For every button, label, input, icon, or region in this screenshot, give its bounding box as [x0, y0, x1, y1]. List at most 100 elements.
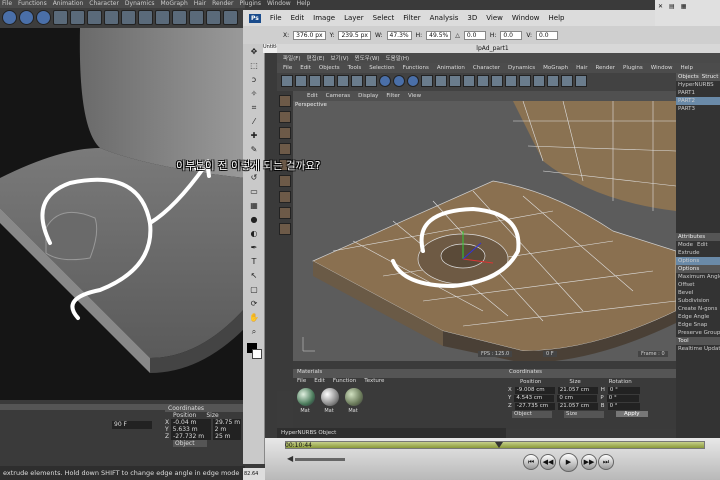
mini-panel-arrange-icon[interactable]: ▤ [669, 3, 675, 10]
menu-animation[interactable]: Animation [53, 0, 84, 8]
material-ball-3[interactable] [345, 388, 363, 406]
object-mode-icon[interactable] [279, 111, 291, 123]
path-select-icon[interactable]: ↖ [249, 271, 259, 281]
menu-functions[interactable]: Functions [18, 0, 47, 8]
array-icon-inner[interactable] [519, 75, 531, 87]
option-edge-angle[interactable]: Edge Angle [676, 313, 720, 321]
qt-playhead[interactable] [495, 442, 503, 448]
coordinate-icon[interactable] [53, 10, 68, 25]
magic-wand-tool-icon[interactable]: ✧ [249, 89, 259, 99]
render-picture-icon[interactable] [87, 10, 102, 25]
marquee-tool-icon[interactable]: ⬚ [249, 61, 259, 71]
model-mode-icon[interactable] [279, 95, 291, 107]
zoom-tool-icon[interactable]: ⌕ [249, 327, 259, 337]
light-icon[interactable] [575, 75, 587, 87]
imenu-functions[interactable]: Functions [403, 65, 429, 71]
render-to-pv-icon[interactable] [449, 75, 461, 87]
select-icon[interactable] [309, 75, 321, 87]
coords-mode-dropdown[interactable]: Object [512, 410, 552, 418]
kmenu-view[interactable]: 보기(V) [330, 54, 348, 62]
pen-icon[interactable] [138, 10, 153, 25]
kmenu-help[interactable]: 도움말(H) [386, 54, 410, 62]
material-ball-1[interactable] [297, 388, 315, 406]
attr-mode-tab[interactable]: Mode [678, 242, 693, 248]
vmenu-edit[interactable]: Edit [307, 93, 318, 99]
coords-size-x[interactable]: 21.057 cm [557, 386, 598, 394]
coords-rot-h[interactable]: 0 ° [607, 386, 640, 394]
undo-icon[interactable] [281, 75, 293, 87]
inner-viewport[interactable]: Perspective FPS : 125.0 0 F Frame : 0 [293, 101, 676, 361]
coords-size-y[interactable]: 0 cm [557, 394, 598, 402]
primitive-cube-icon[interactable] [477, 75, 489, 87]
vmenu-view[interactable]: View [408, 93, 421, 99]
ps-menu-help[interactable]: Help [549, 14, 565, 22]
qt-back-button-icon[interactable]: ⏮ [523, 454, 539, 470]
brush-tool-icon[interactable]: ✎ [249, 145, 259, 155]
ps-menu-edit[interactable]: Edit [291, 14, 305, 22]
menu-mograph[interactable]: MoGraph [161, 0, 188, 8]
ps-menu-window[interactable]: Window [512, 14, 540, 22]
gradient-tool-icon[interactable]: ▦ [249, 201, 259, 211]
option-bevel[interactable]: Bevel [676, 289, 720, 297]
scene-icon[interactable] [206, 10, 221, 25]
qt-rewind-button-icon[interactable]: ◀◀ [540, 454, 556, 470]
opt-hskew-field[interactable]: 0.0 [500, 30, 523, 40]
opt-vskew-field[interactable]: 0.0 [536, 30, 559, 40]
spline-pen-icon[interactable] [491, 75, 503, 87]
opt-angle-field[interactable]: 0.0 [463, 30, 486, 40]
vmenu-cameras[interactable]: Cameras [326, 93, 350, 99]
back-size-y[interactable]: 2 m [212, 426, 241, 433]
healing-tool-icon[interactable]: ✚ [249, 131, 259, 141]
qt-volume-slider[interactable] [295, 458, 345, 461]
y-axis-icon[interactable] [19, 10, 34, 25]
back-viewport[interactable] [0, 28, 245, 400]
coords-size-dropdown[interactable]: Size [564, 410, 604, 418]
menu-plugins[interactable]: Plugins [239, 0, 261, 8]
ps-menu-file[interactable]: File [270, 14, 282, 22]
qt-forward-button-icon[interactable]: ▶▶ [581, 454, 597, 470]
live-select-icon[interactable] [365, 75, 377, 87]
subdivision-icon[interactable] [155, 10, 170, 25]
render-view-icon[interactable] [70, 10, 85, 25]
mat-menu-edit[interactable]: Edit [314, 378, 325, 386]
hand-tool-icon[interactable]: ✋ [249, 313, 259, 323]
edges-mode-icon[interactable] [279, 175, 291, 187]
crop-tool-icon[interactable]: ⌗ [249, 103, 259, 113]
ps-doc-tab[interactable]: Untitled [263, 44, 277, 53]
cube-icon[interactable] [121, 10, 136, 25]
world-coords-icon[interactable] [421, 75, 433, 87]
ps-menu-view[interactable]: View [486, 14, 503, 22]
move-icon[interactable] [323, 75, 335, 87]
imenu-help[interactable]: Help [680, 65, 693, 71]
polygons-mode-icon[interactable] [279, 191, 291, 203]
coords-rot-p[interactable]: 0 ° [606, 394, 639, 402]
dodge-tool-icon[interactable]: ◐ [249, 229, 259, 239]
qt-end-button-icon[interactable]: ⏭ [598, 454, 614, 470]
vmenu-filter[interactable]: Filter [386, 93, 400, 99]
object-item-part1[interactable]: PART1 [676, 89, 720, 97]
background-color-swatch[interactable] [252, 349, 262, 359]
attr-edit-tab[interactable]: Edit [697, 242, 708, 248]
history-brush-icon[interactable]: ↺ [249, 173, 259, 183]
qt-play-button-icon[interactable]: ▶ [559, 453, 578, 472]
option-edge-snap[interactable]: Edge Snap [676, 321, 720, 329]
realtime-update-checkbox[interactable]: Realtime Update [676, 345, 720, 353]
z-lock-icon[interactable] [407, 75, 419, 87]
option-max-angle[interactable]: Maximum Angle [676, 273, 720, 281]
camera-icon[interactable] [223, 10, 238, 25]
redo-icon[interactable] [295, 75, 307, 87]
imenu-plugins[interactable]: Plugins [623, 65, 643, 71]
bend-deformer-icon[interactable] [533, 75, 545, 87]
object-item-hypernurbs[interactable]: HyperNURBS [676, 81, 720, 89]
imenu-selection[interactable]: Selection [369, 65, 394, 71]
ps-zoom-readout[interactable]: 82.64 [243, 468, 265, 480]
imenu-animation[interactable]: Animation [437, 65, 465, 71]
imenu-render[interactable]: Render [595, 65, 615, 71]
eyedropper-tool-icon[interactable]: ⁄ [249, 117, 259, 127]
imenu-dynamics[interactable]: Dynamics [508, 65, 535, 71]
y-lock-icon[interactable] [393, 75, 405, 87]
opt-h-field[interactable]: 49.5% [426, 30, 452, 40]
pen-tool-icon[interactable]: ✒ [249, 243, 259, 253]
rotate-icon-c4d[interactable] [351, 75, 363, 87]
x-axis-icon[interactable] [2, 10, 17, 25]
